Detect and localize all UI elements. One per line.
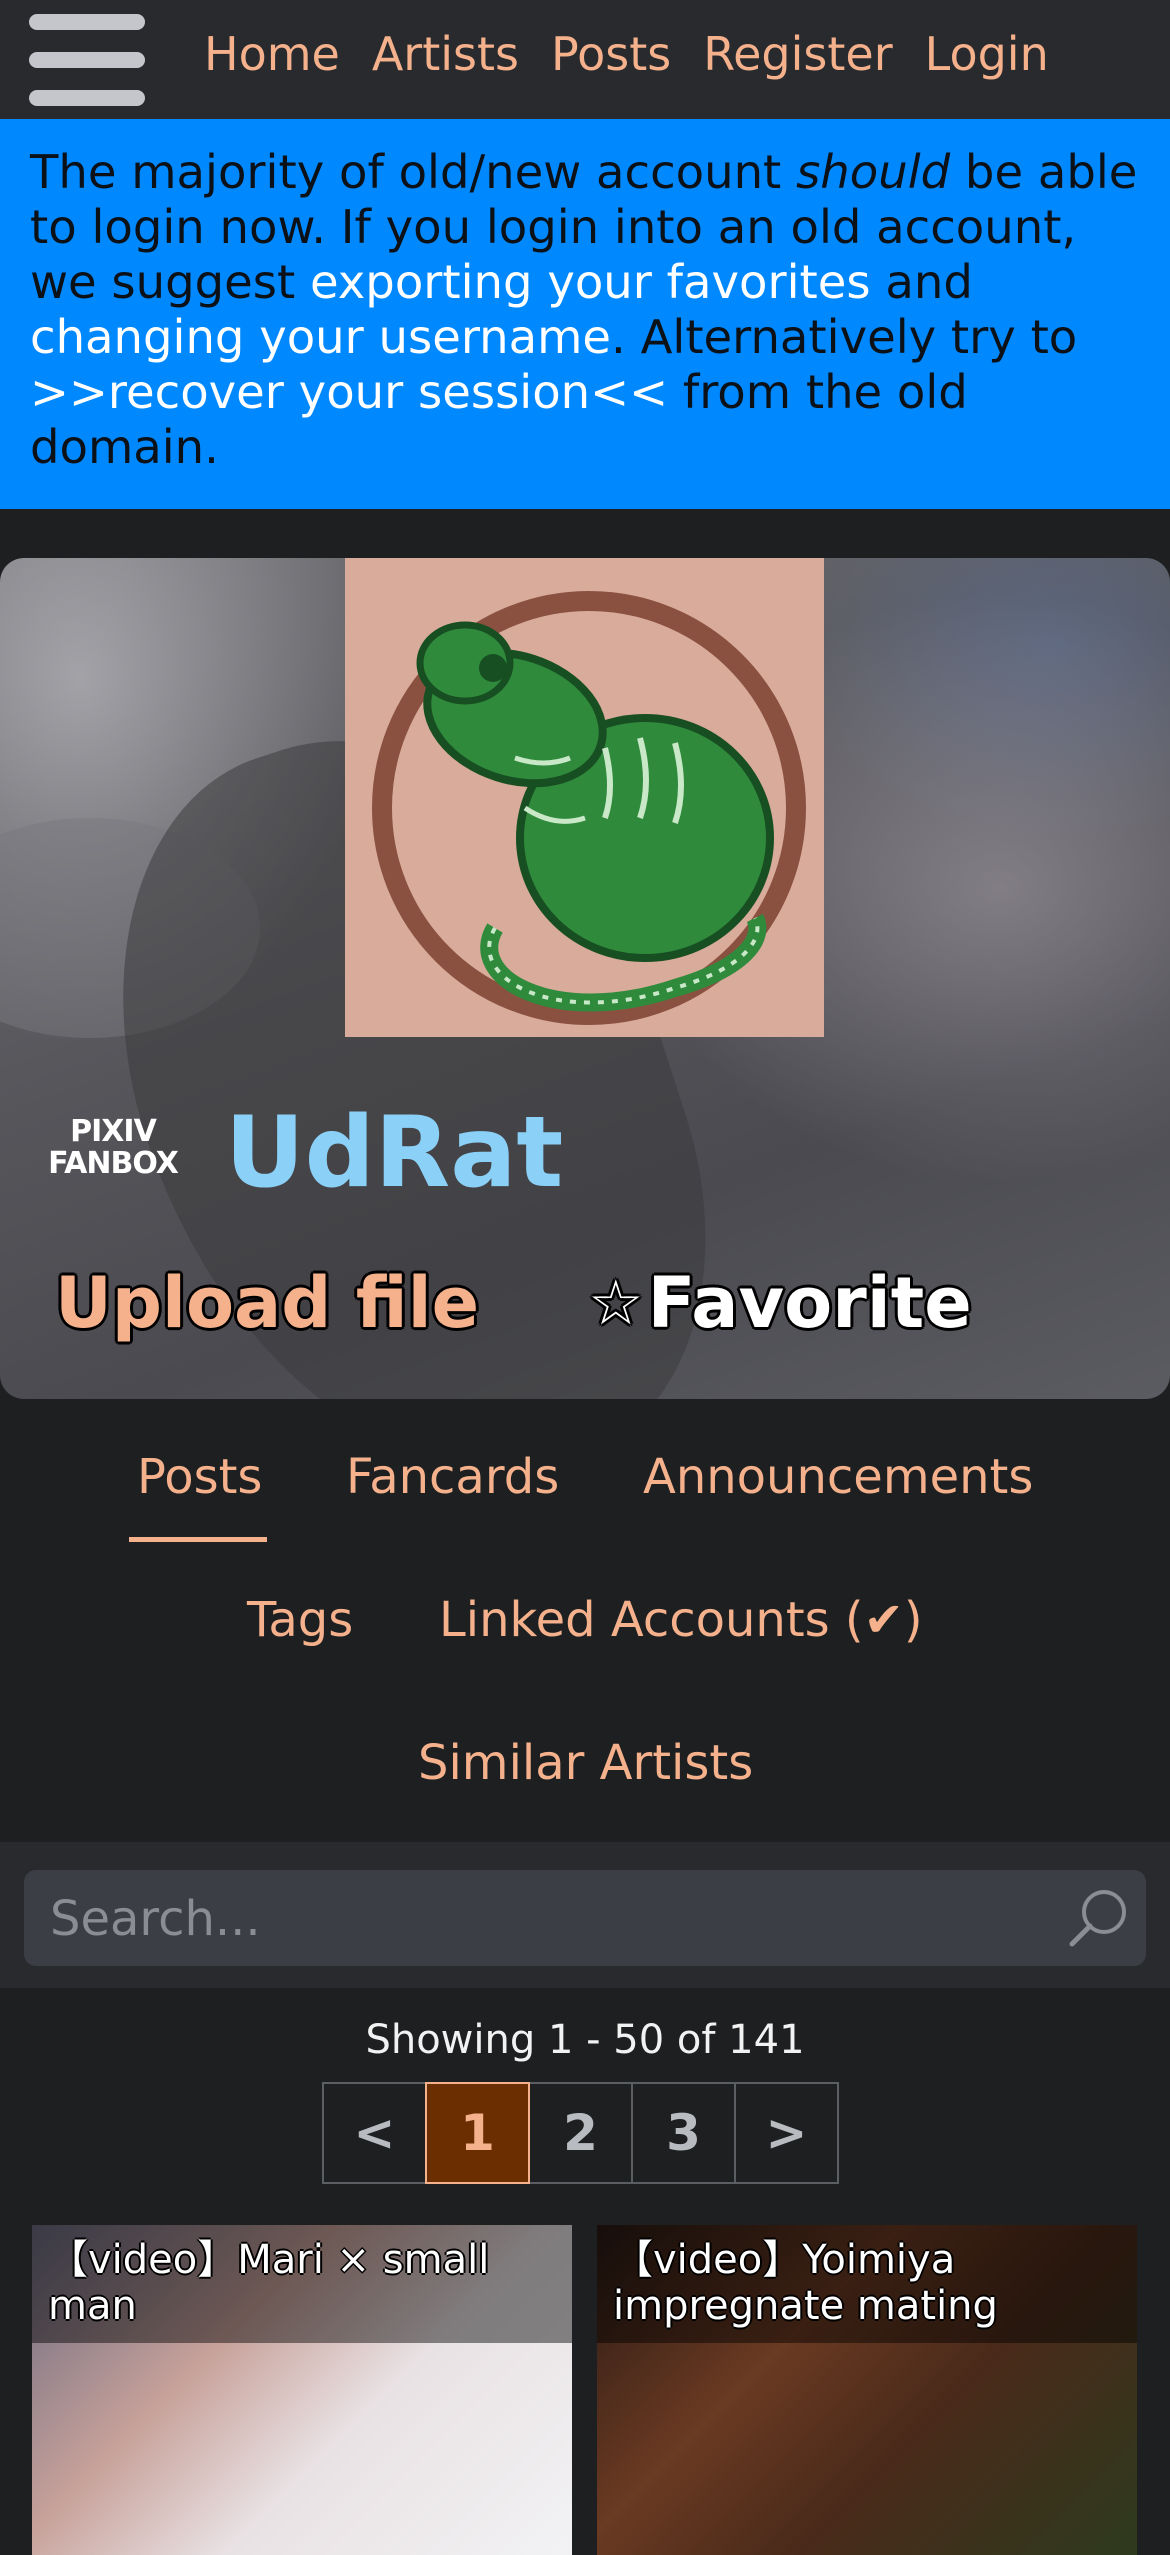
post-title: 【video】Yoimiya impregnate mating — [613, 2237, 998, 2329]
nav-register-link[interactable]: Register — [703, 24, 892, 84]
search-box — [24, 1870, 1146, 1968]
hamburger-menu-icon[interactable] — [29, 14, 145, 106]
tab-posts[interactable]: Posts — [137, 1447, 262, 1507]
rat-avatar-icon — [345, 558, 824, 1037]
nav-login-link[interactable]: Login — [925, 24, 1049, 84]
next-page-button[interactable]: > — [734, 2082, 839, 2184]
announcement-banner: The majority of old/new account should b… — [0, 119, 1170, 509]
page-1-button[interactable]: 1 — [425, 2082, 530, 2184]
export-favorites-link[interactable]: exporting your favorites — [310, 255, 871, 309]
tab-similar-artists[interactable]: Similar Artists — [418, 1733, 753, 1793]
post-card[interactable]: 【video】Mari × small man — [32, 2225, 572, 2555]
recover-session-link[interactable]: >>recover your session<< — [30, 365, 668, 419]
page-2-button[interactable]: 2 — [528, 2082, 633, 2184]
post-card[interactable]: 【video】Yoimiya impregnate mating — [597, 2225, 1137, 2555]
page-3-button[interactable]: 3 — [631, 2082, 736, 2184]
artist-tabs: Posts Fancards Announcements Tags Linked… — [0, 1399, 1170, 1842]
prev-page-button[interactable]: < — [322, 2082, 427, 2184]
tab-linked-accounts[interactable]: Linked Accounts (✔) — [439, 1590, 923, 1650]
tab-tags[interactable]: Tags — [247, 1590, 353, 1650]
search-section — [0, 1842, 1170, 1988]
search-icon[interactable] — [1066, 1886, 1130, 1950]
artist-name[interactable]: UdRat — [225, 1088, 563, 1218]
star-icon: ☆ — [588, 1266, 644, 1339]
favorite-button[interactable]: ☆ Favorite — [588, 1258, 972, 1348]
active-tab-indicator — [129, 1537, 267, 1542]
change-username-link[interactable]: changing your username — [30, 310, 611, 364]
nav-artists-link[interactable]: Artists — [372, 24, 519, 84]
results-count: Showing 1 - 50 of 141 — [365, 2017, 805, 2063]
favorite-label: Favorite — [647, 1262, 972, 1344]
tab-fancards[interactable]: Fancards — [346, 1447, 559, 1507]
pixiv-fanbox-logo[interactable]: PIXIV FANBOX — [48, 1116, 179, 1186]
post-title: 【video】Mari × small man — [48, 2237, 490, 2329]
top-nav: Home Artists Posts Register Login — [0, 0, 1170, 119]
announcement-text: The majority of old/new account should b… — [30, 145, 1138, 474]
search-input[interactable] — [48, 1870, 1052, 1968]
upload-file-button[interactable]: Upload file — [55, 1258, 479, 1348]
tab-announcements[interactable]: Announcements — [643, 1447, 1033, 1507]
artist-header: PIXIV FANBOX UdRat Upload file ☆ Favorit… — [0, 558, 1170, 1399]
nav-posts-link[interactable]: Posts — [551, 24, 671, 84]
nav-links: Home Artists Posts Register Login — [204, 24, 1081, 84]
artist-avatar[interactable] — [345, 558, 824, 1037]
nav-home-link[interactable]: Home — [204, 24, 340, 84]
pagination: < 1 2 3 > — [322, 2082, 839, 2184]
